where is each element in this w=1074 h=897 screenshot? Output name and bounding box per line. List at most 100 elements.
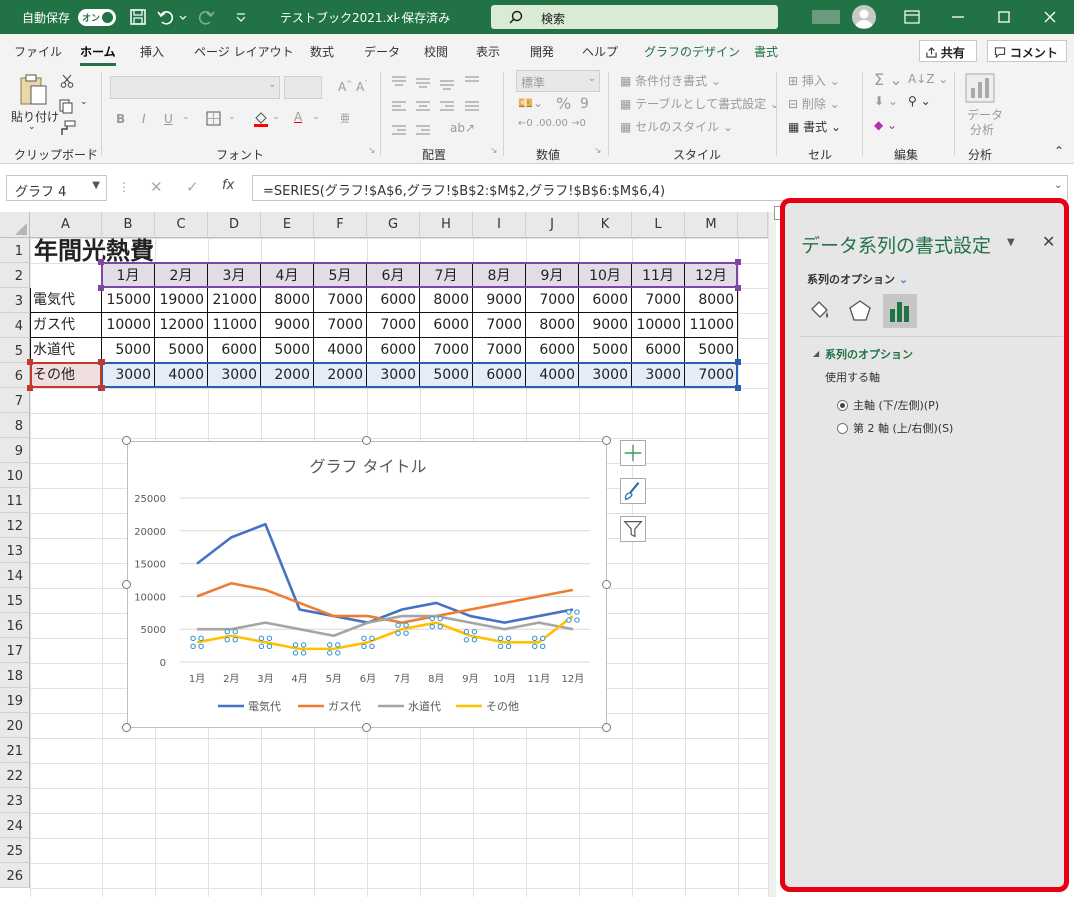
month-header-cell[interactable]: 3月 xyxy=(208,263,261,288)
undo-dropdown-icon[interactable] xyxy=(178,7,188,27)
name-range-highlight-handle[interactable] xyxy=(99,359,105,365)
close-pane-icon[interactable]: ✕ xyxy=(1042,232,1055,251)
data-analysis-label-2[interactable]: 分析 xyxy=(970,121,994,138)
value-cell[interactable]: 5000 xyxy=(102,338,155,363)
month-header-cell[interactable]: 5月 xyxy=(314,263,367,288)
font-color-dropdown-icon[interactable]: ⌄ xyxy=(312,112,320,122)
autosum-icon[interactable]: Σ ⌄ xyxy=(874,70,903,89)
decrease-decimal-icon[interactable]: .00 →0 xyxy=(552,118,586,129)
column-header-d[interactable]: D xyxy=(208,212,261,238)
value-cell[interactable]: 4000 xyxy=(526,363,579,388)
close-window-icon[interactable] xyxy=(1038,5,1062,29)
fill-color-icon[interactable] xyxy=(252,110,270,128)
fill-color-dropdown-icon[interactable]: ⌄ xyxy=(272,112,280,122)
value-cell[interactable]: 7000 xyxy=(526,288,579,313)
value-cell[interactable]: 9000 xyxy=(261,313,314,338)
value-cell[interactable]: 3000 xyxy=(208,363,261,388)
chart-resize-handle[interactable] xyxy=(122,436,131,445)
column-header-c[interactable]: C xyxy=(155,212,208,238)
phonetic-icon[interactable]: 亜 xyxy=(340,110,350,125)
month-header-cell[interactable]: 11月 xyxy=(632,263,685,288)
tab-developer[interactable]: 開発 xyxy=(530,43,554,60)
value-cell[interactable]: 7000 xyxy=(632,288,685,313)
category-range-highlight-handle[interactable] xyxy=(735,259,741,265)
row-header[interactable]: 3 xyxy=(0,288,30,313)
value-cell[interactable]: 6000 xyxy=(526,338,579,363)
column-header-g[interactable]: G xyxy=(367,212,420,238)
conditional-format-button[interactable]: ▦ 条件付き書式 ⌄ xyxy=(620,72,721,89)
font-name-dropdown-icon[interactable]: ⌄ xyxy=(268,79,276,90)
value-cell[interactable]: 4000 xyxy=(314,338,367,363)
ribbon-display-icon[interactable] xyxy=(900,5,924,29)
section-series-options[interactable]: 系列のオプション xyxy=(825,346,913,362)
row-header[interactable]: 16 xyxy=(0,613,30,638)
value-cell[interactable]: 10000 xyxy=(102,313,155,338)
insert-cells-button[interactable]: ⊞ 挿入 ⌄ xyxy=(788,72,840,89)
section-collapse-icon[interactable]: ◢ xyxy=(813,349,819,358)
category-range-highlight-handle[interactable] xyxy=(98,259,104,265)
values-range-highlight-handle[interactable] xyxy=(735,385,741,391)
decrease-font-size-icon[interactable]: Aˇ xyxy=(356,80,368,94)
value-cell[interactable]: 8000 xyxy=(526,313,579,338)
chart-filters-button[interactable] xyxy=(620,516,646,542)
value-cell[interactable]: 19000 xyxy=(155,288,208,313)
value-cell[interactable]: 7000 xyxy=(314,288,367,313)
column-header-next[interactable] xyxy=(738,212,768,238)
cancel-entry-icon[interactable]: ✕ xyxy=(150,178,163,196)
chart-resize-handle[interactable] xyxy=(122,579,131,589)
confirm-entry-icon[interactable]: ✓ xyxy=(186,178,199,196)
column-header-i[interactable]: I xyxy=(473,212,526,238)
tab-file[interactable]: ファイル xyxy=(14,43,62,60)
value-cell[interactable]: 9000 xyxy=(473,288,526,313)
column-header-e[interactable]: E xyxy=(261,212,314,238)
tab-chart-design[interactable]: グラフのデザイン xyxy=(644,43,740,60)
value-cell[interactable]: 12000 xyxy=(155,313,208,338)
value-cell[interactable]: 7000 xyxy=(473,338,526,363)
chart-resize-handle[interactable] xyxy=(602,579,611,589)
column-header-l[interactable]: L xyxy=(632,212,685,238)
primary-axis-radio[interactable] xyxy=(837,400,848,411)
comment-button[interactable]: コメント xyxy=(987,40,1067,62)
percent-style-icon[interactable]: % xyxy=(556,94,571,113)
month-header-cell[interactable]: 1月 xyxy=(102,263,155,288)
column-header-h[interactable]: H xyxy=(420,212,473,238)
row-header[interactable]: 9 xyxy=(0,438,30,463)
select-all-corner[interactable] xyxy=(0,212,30,238)
comma-style-icon[interactable]: 9 xyxy=(580,96,589,112)
maximize-icon[interactable] xyxy=(992,5,1016,29)
name-range-highlight-handle[interactable] xyxy=(99,385,105,391)
month-header-cell[interactable]: 2月 xyxy=(155,263,208,288)
delete-cells-button[interactable]: ⊟ 削除 ⌄ xyxy=(788,95,840,112)
row-label-cell[interactable]: 電気代 xyxy=(30,288,102,313)
value-cell[interactable]: 8000 xyxy=(685,288,738,313)
column-header-j[interactable]: J xyxy=(526,212,579,238)
row-header[interactable]: 22 xyxy=(0,763,30,788)
paste-dropdown-icon[interactable]: ⌄ xyxy=(28,122,36,132)
copy-icon[interactable] xyxy=(58,98,74,114)
paste-icon[interactable] xyxy=(18,74,48,106)
user-avatar[interactable] xyxy=(852,5,876,29)
month-header-cell[interactable]: 10月 xyxy=(579,263,632,288)
row-header[interactable]: 11 xyxy=(0,488,30,513)
chart-resize-handle[interactable] xyxy=(602,436,611,445)
chart-elements-button[interactable] xyxy=(620,440,646,466)
chart-resize-handle[interactable] xyxy=(602,723,611,732)
redo-icon[interactable] xyxy=(196,7,216,27)
value-cell[interactable]: 3000 xyxy=(367,363,420,388)
line-chart[interactable]: グラフ タイトル 0 5000 10000 15000 20000 25000 1月 2月 3月 4… xyxy=(127,441,607,728)
row-label-cell[interactable]: その他 xyxy=(30,363,102,388)
pane-options-dropdown-icon[interactable]: ▼ xyxy=(1007,237,1015,248)
value-cell[interactable]: 3000 xyxy=(102,363,155,388)
value-cell[interactable]: 5000 xyxy=(420,363,473,388)
bold-icon[interactable]: B xyxy=(116,112,125,126)
autosave-toggle[interactable]: オン xyxy=(78,9,116,26)
value-cell[interactable]: 4000 xyxy=(155,363,208,388)
row-header[interactable]: 26 xyxy=(0,863,30,888)
data-analysis-icon[interactable] xyxy=(964,72,996,104)
category-range-highlight-handle[interactable] xyxy=(735,285,741,291)
row-header[interactable]: 8 xyxy=(0,413,30,438)
tab-format[interactable]: 書式 xyxy=(754,43,778,60)
name-box[interactable]: グラフ 4 ▼ xyxy=(6,175,107,201)
italic-icon[interactable]: I xyxy=(142,112,146,126)
font-color-icon[interactable]: A xyxy=(294,110,302,124)
